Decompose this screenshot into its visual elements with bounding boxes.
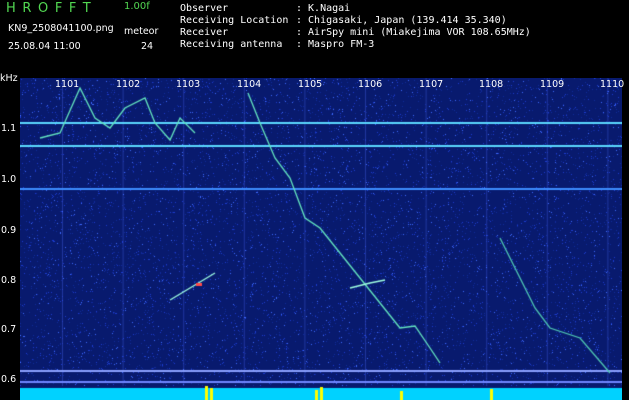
- y-tick: 1.0: [1, 174, 17, 185]
- antenna-label: Receiving antenna: [180, 39, 283, 50]
- meteor-count: 24: [141, 41, 154, 52]
- receiver-label: Receiver: [180, 27, 229, 38]
- observer-label: Observer: [180, 3, 229, 14]
- filename-label: KN9_2508041100.png: [8, 23, 114, 34]
- x-tick: 1106: [358, 79, 383, 90]
- x-tick: 1108: [479, 79, 504, 90]
- location-label: Receiving Location: [180, 15, 289, 26]
- x-tick: 1104: [237, 79, 262, 90]
- y-tick: 0.8: [1, 275, 17, 286]
- location-value: : Chigasaki, Japan (139.414 35.340): [296, 15, 507, 26]
- y-tick: 0.7: [1, 324, 17, 335]
- x-tick: 1101: [55, 79, 80, 90]
- x-tick: 1103: [176, 79, 201, 90]
- receiver-value: : AirSpy mini (Miakejima VOR 108.65MHz): [296, 27, 531, 38]
- y-tick: 0.6: [1, 374, 17, 385]
- version-label: 1.00f: [124, 1, 150, 12]
- spectrogram-plot: [20, 78, 622, 400]
- x-tick: 1110: [600, 79, 625, 90]
- x-tick: 1105: [298, 79, 323, 90]
- x-tick: 1109: [540, 79, 565, 90]
- y-axis-unit: kHz: [0, 73, 18, 84]
- x-tick: 1107: [419, 79, 444, 90]
- x-tick: 1102: [116, 79, 141, 90]
- y-tick: 0.9: [1, 225, 17, 236]
- antenna-value: : Maspro FM-3: [296, 39, 375, 50]
- app-logo: HROFFT: [6, 1, 98, 16]
- header-panel: HROFFT 1.00f KN9_2508041100.png meteor 2…: [0, 0, 629, 74]
- datetime-label: 25.08.04 11:00: [8, 41, 81, 52]
- observer-value: : K.Nagai: [296, 3, 351, 14]
- y-tick: 1.1: [1, 123, 17, 134]
- meteor-label: meteor: [124, 26, 159, 37]
